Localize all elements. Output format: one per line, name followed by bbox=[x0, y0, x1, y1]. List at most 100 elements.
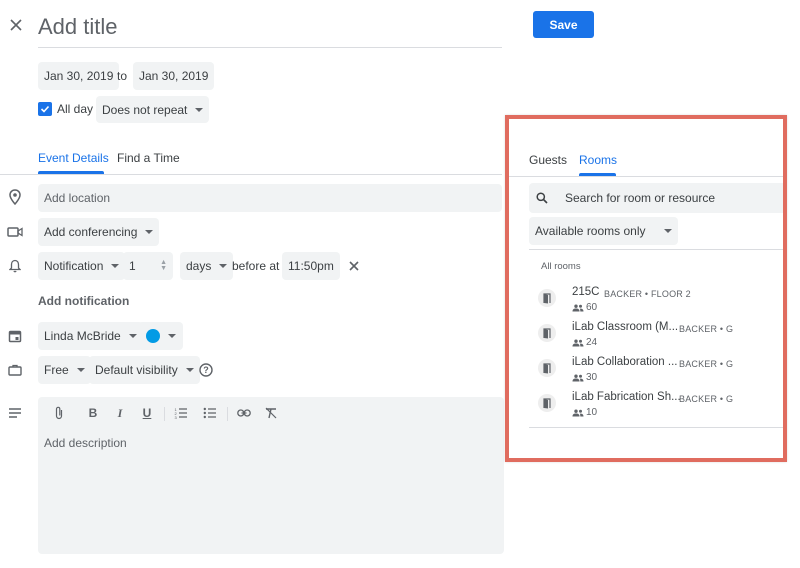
room-name: 215C bbox=[572, 286, 600, 298]
tabs-divider bbox=[0, 174, 502, 175]
room-item[interactable]: iLab Collaboration ... BACKER • G 30 bbox=[529, 351, 783, 385]
people-icon bbox=[572, 409, 584, 416]
chevron-down-icon bbox=[145, 230, 154, 234]
start-date-text: Jan 30, 2019 bbox=[44, 69, 114, 83]
room-capacity: 10 bbox=[572, 407, 597, 418]
bulleted-list-icon[interactable] bbox=[201, 404, 219, 422]
availability-text: Free bbox=[44, 363, 69, 377]
svg-text:3: 3 bbox=[175, 415, 178, 419]
chevron-down-icon bbox=[111, 264, 120, 268]
event-color-dropdown[interactable] bbox=[138, 322, 183, 350]
toolbar-divider bbox=[227, 407, 228, 421]
people-icon bbox=[572, 339, 584, 346]
room-capacity: 24 bbox=[572, 337, 597, 348]
before-at-label: before at bbox=[232, 259, 280, 273]
room-search-input[interactable]: Search for room or resource bbox=[529, 183, 783, 213]
room-capacity: 30 bbox=[572, 372, 597, 383]
save-button[interactable]: Save bbox=[533, 11, 594, 38]
location-input[interactable]: Add location bbox=[38, 184, 502, 212]
conferencing-text: Add conferencing bbox=[44, 225, 138, 239]
tab-find-time[interactable]: Find a Time bbox=[117, 151, 180, 165]
room-search-placeholder: Search for room or resource bbox=[565, 191, 716, 205]
location-pin-icon bbox=[6, 188, 24, 206]
room-capacity-value: 10 bbox=[586, 407, 598, 418]
chevron-down-icon bbox=[219, 264, 228, 268]
room-capacity-value: 30 bbox=[586, 372, 598, 383]
search-icon bbox=[533, 189, 551, 207]
room-item[interactable]: iLab Fabrication Sh... BACKER • G 10 bbox=[529, 386, 783, 420]
location-placeholder: Add location bbox=[44, 191, 111, 205]
notification-time-text: 11:50pm bbox=[288, 259, 334, 273]
tab-rooms[interactable]: Rooms bbox=[579, 153, 617, 167]
room-location: BACKER • G bbox=[679, 359, 734, 369]
chevron-down-icon bbox=[664, 229, 672, 233]
description-placeholder: Add description bbox=[44, 436, 127, 450]
visibility-text: Default visibility bbox=[95, 363, 178, 377]
chevron-down-icon bbox=[195, 107, 204, 112]
tab-guests[interactable]: Guests bbox=[529, 153, 567, 167]
end-date-text: Jan 30, 2019 bbox=[139, 69, 209, 83]
room-location: BACKER • FLOOR 2 bbox=[604, 289, 691, 299]
notification-value-input[interactable]: 1 ▲ ▼ bbox=[123, 252, 173, 280]
room-filter-text: Available rooms only bbox=[535, 224, 646, 238]
bell-icon bbox=[6, 257, 24, 275]
add-notification-link[interactable]: Add notification bbox=[38, 294, 129, 308]
room-name: iLab Collaboration ... bbox=[572, 356, 678, 368]
notification-type-text: Notification bbox=[44, 259, 104, 273]
title-placeholder: Add title bbox=[38, 14, 118, 39]
video-camera-icon bbox=[6, 223, 24, 241]
check-icon bbox=[40, 105, 50, 113]
tab-event-details[interactable]: Event Details bbox=[38, 151, 109, 165]
room-filter-dropdown[interactable]: Available rooms only bbox=[529, 217, 678, 245]
door-icon bbox=[538, 359, 556, 377]
underline-icon[interactable]: U bbox=[138, 404, 156, 422]
notification-unit-dropdown[interactable]: days bbox=[180, 252, 234, 280]
stepper-icon[interactable]: ▲ ▼ bbox=[160, 259, 167, 272]
color-dot bbox=[146, 329, 160, 343]
conferencing-dropdown[interactable]: Add conferencing bbox=[38, 218, 160, 246]
description-editor[interactable]: B I U 123 Add description bbox=[38, 397, 504, 554]
room-name: iLab Classroom (M... bbox=[572, 321, 679, 333]
calendar-icon bbox=[6, 327, 24, 345]
door-icon bbox=[538, 289, 556, 307]
numbered-list-icon[interactable]: 123 bbox=[172, 404, 190, 422]
repeat-text: Does not repeat bbox=[102, 102, 188, 117]
bold-icon[interactable]: B bbox=[84, 404, 102, 422]
notification-value-text: 1 bbox=[129, 259, 136, 273]
room-capacity-value: 24 bbox=[586, 337, 598, 348]
end-date[interactable]: Jan 30, 2019 bbox=[133, 62, 215, 90]
link-icon[interactable] bbox=[235, 404, 253, 422]
attachment-icon[interactable] bbox=[50, 404, 68, 422]
toolbar-divider bbox=[164, 407, 165, 421]
door-icon bbox=[538, 324, 556, 342]
people-icon bbox=[572, 304, 584, 311]
filter-divider bbox=[529, 249, 783, 250]
remove-notification-icon[interactable] bbox=[345, 257, 363, 275]
people-icon bbox=[572, 374, 584, 381]
calendar-owner-dropdown[interactable]: Linda McBride bbox=[38, 322, 143, 350]
allday-checkbox[interactable] bbox=[38, 102, 52, 116]
clear-formatting-icon[interactable] bbox=[262, 404, 280, 422]
notes-icon bbox=[6, 404, 24, 422]
room-location: BACKER • G bbox=[679, 394, 734, 404]
help-icon[interactable]: ? bbox=[197, 361, 215, 379]
notification-unit-text: days bbox=[186, 259, 212, 273]
title-input[interactable]: Add title bbox=[38, 8, 502, 48]
visibility-dropdown[interactable]: Default visibility bbox=[89, 356, 200, 384]
briefcase-icon bbox=[6, 361, 24, 379]
repeat-dropdown[interactable]: Does not repeat bbox=[96, 96, 210, 123]
door-icon bbox=[538, 394, 556, 412]
date-to-label: to bbox=[117, 69, 128, 83]
chevron-down-icon bbox=[168, 334, 176, 338]
notification-type-dropdown[interactable]: Notification bbox=[38, 252, 126, 280]
start-date[interactable]: Jan 30, 2019 bbox=[38, 62, 120, 90]
room-item[interactable]: iLab Classroom (M... BACKER • G 24 bbox=[529, 316, 783, 350]
chevron-down-icon bbox=[185, 368, 194, 372]
panel-tabs-divider bbox=[509, 176, 783, 177]
notification-time-input[interactable]: 11:50pm bbox=[282, 252, 340, 280]
availability-dropdown[interactable]: Free bbox=[38, 356, 91, 384]
italic-icon[interactable]: I bbox=[111, 404, 129, 422]
chevron-down-icon bbox=[128, 334, 137, 338]
close-icon[interactable] bbox=[6, 15, 26, 35]
room-item[interactable]: 215C BACKER • FLOOR 2 60 bbox=[529, 281, 783, 315]
